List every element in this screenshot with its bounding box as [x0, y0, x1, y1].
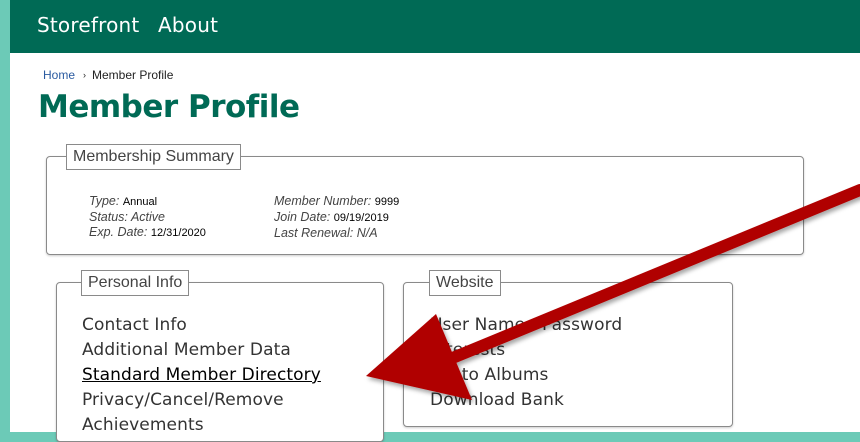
breadcrumb-home-link[interactable]: Home: [43, 68, 75, 82]
summary-exp-label: Exp. Date:: [89, 225, 148, 239]
link-standard-member-directory[interactable]: Standard Member Directory: [82, 363, 321, 388]
website-box: Website User Name / Password Interests P…: [403, 270, 733, 427]
membership-summary-box: Membership Summary Type: Annual Status: …: [46, 144, 804, 255]
link-achievements[interactable]: Achievements: [82, 413, 321, 438]
membership-summary-legend: Membership Summary: [66, 144, 241, 170]
link-contact-info[interactable]: Contact Info: [82, 313, 321, 338]
summary-member-number-label: Member Number:: [274, 194, 372, 208]
breadcrumb-current: Member Profile: [92, 68, 174, 82]
summary-right-column: Member Number: 9999 Join Date: 09/19/201…: [274, 194, 399, 241]
personal-info-box: Personal Info Contact Info Additional Me…: [56, 270, 384, 442]
website-legend: Website: [429, 270, 501, 296]
summary-status-label: Status:: [89, 210, 128, 224]
nav-link-storefront[interactable]: Storefront: [37, 13, 139, 37]
summary-renewal-value: N/A: [356, 226, 378, 240]
summary-exp-value: 12/31/2020: [150, 227, 206, 239]
summary-status-value: Active: [130, 210, 165, 224]
main-content: Home › Member Profile Member Profile Membe…: [10, 53, 860, 442]
breadcrumb-separator-icon: ›: [83, 70, 87, 80]
summary-member-number-value: 9999: [374, 196, 400, 208]
summary-left-column: Type: Annual Status: Active Exp. Date: 1…: [89, 194, 206, 241]
summary-renewal-label: Last Renewal:: [274, 226, 354, 240]
page-title: Member Profile: [38, 89, 300, 125]
personal-info-links: Contact Info Additional Member Data Stan…: [82, 313, 321, 438]
top-navbar: Storefront About: [10, 0, 860, 53]
website-links: User Name / Password Interests Photo Alb…: [430, 313, 622, 413]
summary-join-value: 09/19/2019: [333, 212, 389, 224]
summary-join-label: Join Date:: [274, 210, 331, 224]
summary-type-label: Type:: [89, 194, 120, 208]
link-privacy-cancel-remove[interactable]: Privacy/Cancel/Remove: [82, 388, 321, 413]
link-photo-albums[interactable]: Photo Albums: [430, 363, 622, 388]
link-interests[interactable]: Interests: [430, 338, 622, 363]
summary-type-value: Annual: [122, 196, 158, 208]
link-download-bank[interactable]: Download Bank: [430, 388, 622, 413]
nav-link-about[interactable]: About: [158, 13, 218, 37]
link-user-name-password[interactable]: User Name / Password: [430, 313, 622, 338]
link-additional-member-data[interactable]: Additional Member Data: [82, 338, 321, 363]
personal-info-legend: Personal Info: [81, 270, 190, 296]
breadcrumb: Home › Member Profile: [43, 68, 173, 82]
